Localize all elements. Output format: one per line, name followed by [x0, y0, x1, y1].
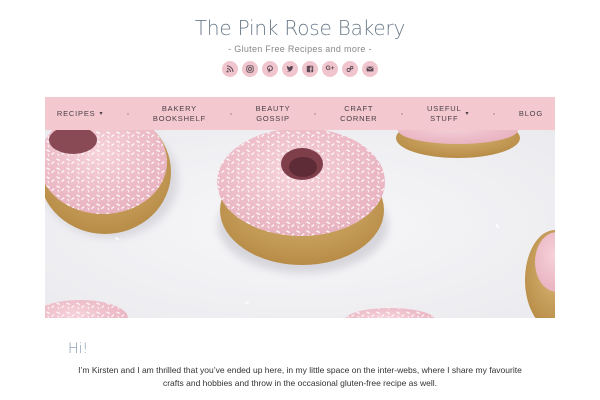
twitter-icon[interactable] — [282, 61, 298, 77]
pinterest-icon[interactable] — [262, 61, 278, 77]
nav-item-blog[interactable]: BLOG — [519, 109, 543, 119]
nav-separator — [314, 112, 317, 115]
nav-item-bakery-bookshelf[interactable]: BAKERY BOOKSHELF — [153, 104, 206, 124]
intro-paragraph: I’m Kirsten and I am thrilled that you’v… — [78, 365, 522, 388]
nav-separator — [229, 112, 232, 115]
nav-separator — [493, 112, 496, 115]
chevron-down-icon: ▾ — [99, 110, 104, 117]
nav-item-label: CRAFT CORNER — [340, 103, 378, 123]
nav-item-label: BEAUTY GOSSIP — [255, 103, 291, 123]
nav-item-label: BLOG — [518, 108, 543, 118]
chevron-down-icon: ▾ — [465, 110, 470, 117]
bloglovin-icon[interactable] — [342, 61, 358, 77]
social-icons-bar: G+ — [222, 61, 378, 77]
nav-item-craft-corner[interactable]: CRAFT CORNER — [340, 104, 377, 124]
instagram-icon[interactable] — [242, 61, 258, 77]
google-plus-icon[interactable]: G+ — [322, 61, 338, 77]
nav-separator — [127, 112, 130, 115]
email-icon[interactable] — [362, 61, 378, 77]
hero-image — [45, 130, 555, 318]
nav-item-recipes[interactable]: RECIPES ▾ — [57, 109, 103, 119]
nav-separator — [401, 112, 404, 115]
facebook-icon[interactable] — [302, 61, 318, 77]
site-tagline: - Gluten Free Recipes and more - — [228, 44, 372, 54]
rss-icon[interactable] — [222, 61, 238, 77]
nav-item-label: USEFUL STUFF — [427, 103, 462, 123]
donuts-photo — [45, 130, 555, 318]
main-navigation: RECIPES ▾ BAKERY BOOKSHELF BEAUTY GOSSIP C… — [45, 97, 555, 130]
nav-item-label: BAKERY BOOKSHELF — [152, 103, 206, 123]
nav-item-label: RECIPES — [56, 108, 96, 118]
nav-item-beauty-gossip[interactable]: BEAUTY GOSSIP — [256, 104, 291, 124]
nav-item-useful-stuff[interactable]: USEFUL STUFF ▾ — [427, 104, 469, 124]
site-title[interactable]: The Pink Rose Bakery — [0, 16, 600, 40]
greeting-heading: Hi! — [68, 341, 89, 357]
